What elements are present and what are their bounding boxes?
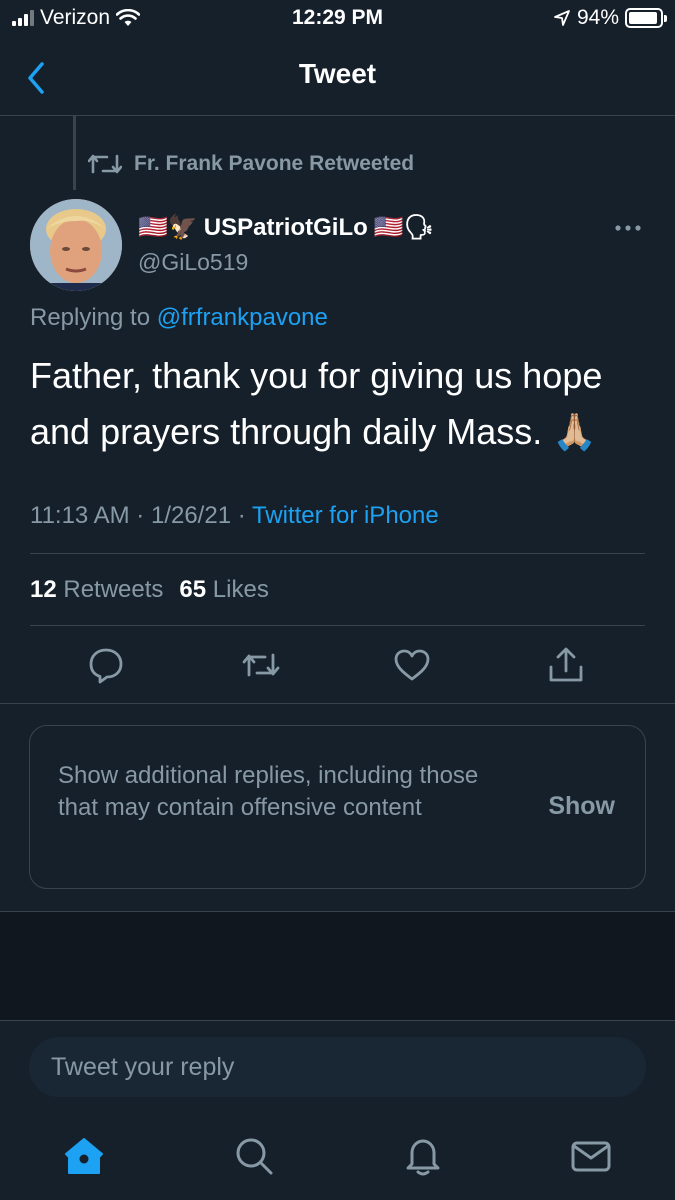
retweets-count: 12 bbox=[30, 576, 57, 603]
tweet-meta: 11:13 AM · 1/26/21 · Twitter for iPhone bbox=[30, 502, 439, 530]
author-handle[interactable]: @GiLo519 bbox=[138, 249, 248, 276]
likes-stat[interactable]: 65 Likes bbox=[179, 576, 268, 604]
status-bar: Verizon 12:29 PM 94% bbox=[0, 0, 675, 38]
battery-icon bbox=[625, 8, 667, 28]
reply-icon[interactable] bbox=[86, 645, 126, 685]
retweets-stat[interactable]: 12 Retweets bbox=[30, 576, 163, 604]
like-icon[interactable] bbox=[392, 645, 432, 685]
reply-bar bbox=[29, 1037, 646, 1097]
likes-label: Likes bbox=[212, 576, 269, 603]
meta-separator: · bbox=[237, 502, 246, 529]
retweet-action-icon[interactable] bbox=[241, 645, 281, 685]
more-icon[interactable] bbox=[612, 222, 644, 234]
share-icon[interactable] bbox=[546, 645, 586, 685]
retweeted-by-label: Fr. Frank Pavone Retweeted bbox=[134, 152, 415, 175]
search-icon[interactable] bbox=[232, 1134, 276, 1178]
battery-percent: 94% bbox=[576, 6, 619, 29]
additional-replies-message: Show additional replies, including those… bbox=[58, 762, 479, 821]
retweeted-by[interactable]: Fr. Frank Pavone Retweeted bbox=[88, 152, 414, 176]
additional-replies-box: Show additional replies, including those… bbox=[29, 725, 646, 889]
retweet-icon bbox=[88, 154, 122, 174]
show-button[interactable]: Show bbox=[548, 792, 615, 821]
messages-icon[interactable] bbox=[569, 1134, 613, 1178]
tweet-stats: 12 Retweets 65 Likes bbox=[30, 576, 269, 604]
name-emojis-prefix: 🇺🇸🦅 bbox=[138, 214, 198, 241]
tweet-date: 1/26/21 bbox=[150, 502, 232, 529]
tab-bar bbox=[0, 1110, 675, 1200]
avatar[interactable] bbox=[30, 199, 122, 291]
divider bbox=[0, 1020, 675, 1021]
status-right: 94% bbox=[553, 6, 667, 30]
divider bbox=[30, 625, 645, 626]
retweets-label: Retweets bbox=[63, 576, 164, 603]
tweet-time: 11:13 AM bbox=[30, 502, 130, 529]
name-emojis-suffix: 🇺🇸🗣 bbox=[373, 214, 435, 241]
divider bbox=[0, 703, 675, 704]
author-name: USPatriotGiLo bbox=[203, 213, 368, 241]
replying-to-handle[interactable]: @frfrankpavone bbox=[157, 304, 328, 331]
thread-line bbox=[73, 116, 76, 190]
avatar-image bbox=[30, 199, 122, 291]
meta-separator: · bbox=[136, 502, 145, 529]
replying-to-label: Replying to bbox=[30, 304, 151, 331]
page-title: Tweet bbox=[298, 58, 377, 89]
reply-input[interactable] bbox=[51, 1037, 611, 1097]
likes-count: 65 bbox=[179, 576, 207, 603]
replying-to: Replying to @frfrankpavone bbox=[30, 304, 328, 332]
location-icon bbox=[554, 10, 570, 26]
empty-area bbox=[0, 912, 675, 1020]
tweet-source[interactable]: Twitter for iPhone bbox=[252, 502, 439, 529]
author-display-name[interactable]: 🇺🇸🦅 USPatriotGiLo 🇺🇸🗣 bbox=[138, 213, 434, 242]
header: Tweet bbox=[0, 38, 675, 116]
tweet-text: Father, thank you for giving us hope and… bbox=[30, 355, 603, 452]
notifications-icon[interactable] bbox=[401, 1134, 445, 1178]
home-icon[interactable] bbox=[62, 1134, 106, 1178]
divider bbox=[30, 553, 645, 554]
